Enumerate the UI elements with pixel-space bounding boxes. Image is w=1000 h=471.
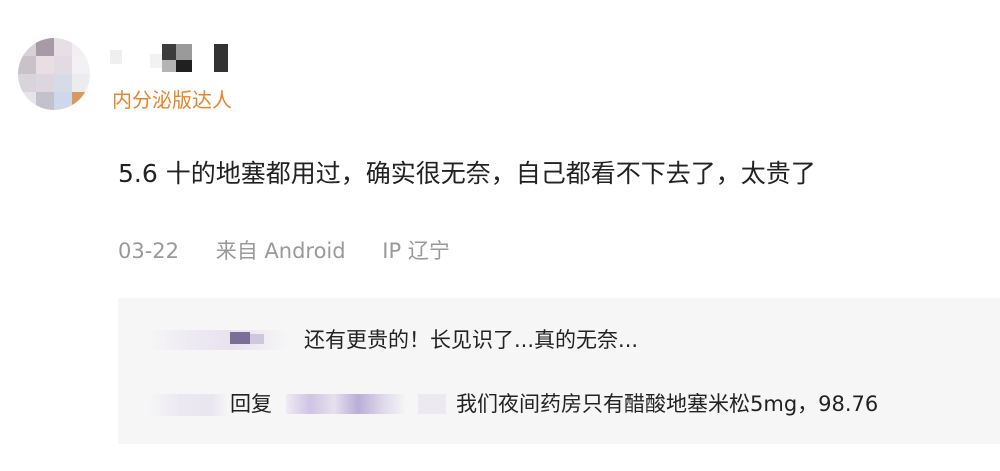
blur-block — [250, 334, 264, 344]
comment-ip-location: IP 辽宁 — [382, 239, 450, 263]
blur-block — [418, 394, 446, 414]
reply-text: 我们夜间药房只有醋酸地塞米松5mg，98.76 — [456, 392, 879, 416]
comment-date: 03-22 — [118, 239, 180, 263]
comment-source: 来自 Android — [215, 239, 346, 263]
reply-preview-box[interactable]: 还有更贵的！长见识了...真的无奈... 回复 我们夜间药房只有醋酸地塞米松5m… — [118, 298, 1000, 444]
reply-text: 还有更贵的！长见识了...真的无奈... — [304, 328, 639, 352]
reply-label: 回复 — [230, 392, 272, 416]
username-blurred[interactable] — [110, 42, 250, 74]
mentioned-user-blurred[interactable] — [286, 394, 406, 414]
user-badge: 内分泌版达人 — [112, 88, 232, 112]
comment-text: 5.6 十的地塞都用过，确实很无奈，自己都看不下去了，太贵了 — [118, 159, 816, 188]
reply-author-blurred[interactable] — [148, 330, 288, 350]
comment-meta: 03-22 来自 Android IP 辽宁 — [118, 235, 450, 267]
avatar[interactable] — [18, 38, 90, 110]
reply-author-blurred[interactable] — [148, 394, 228, 416]
blur-block — [230, 332, 250, 344]
